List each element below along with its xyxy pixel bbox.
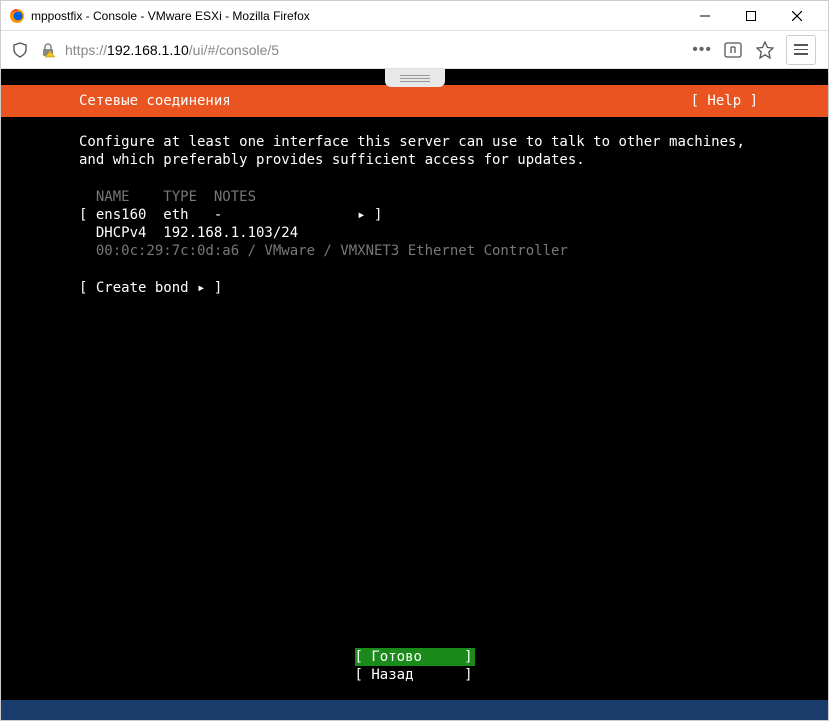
address-bar: https://192.168.1.10/ui/#/console/5 ••• bbox=[1, 31, 828, 69]
window-controls bbox=[682, 1, 820, 31]
interface-row[interactable]: [ ens160 eth - ▸ ] bbox=[79, 207, 382, 223]
instruction-line-2: and which preferably provides sufficient… bbox=[79, 152, 585, 168]
help-button[interactable]: [ Help ] bbox=[691, 93, 758, 109]
reader-icon[interactable] bbox=[722, 39, 744, 61]
dhcp-row: DHCPv4 192.168.1.103/24 bbox=[79, 225, 298, 241]
shield-icon[interactable] bbox=[9, 39, 31, 61]
url-path: /ui/#/console/5 bbox=[189, 42, 279, 58]
bookmark-star-icon[interactable] bbox=[754, 39, 776, 61]
page-content: Сетевые соединения [ Help ] Configure at… bbox=[1, 69, 828, 720]
minimize-button[interactable] bbox=[682, 1, 728, 31]
instruction-line-1: Configure at least one interface this se… bbox=[79, 134, 745, 150]
url-prefix: https:// bbox=[65, 42, 107, 58]
mac-row: 00:0c:29:7c:0d:a6 / VMware / VMXNET3 Eth… bbox=[79, 243, 568, 259]
back-button[interactable]: [ Назад ] bbox=[355, 666, 475, 684]
installer-header: Сетевые соединения [ Help ] bbox=[1, 85, 828, 117]
addressbar-actions: ••• bbox=[692, 35, 820, 65]
page-title: Сетевые соединения bbox=[79, 93, 691, 109]
lock-warning-icon[interactable] bbox=[37, 39, 59, 61]
maximize-button[interactable] bbox=[728, 1, 774, 31]
console-body: Configure at least one interface this se… bbox=[1, 117, 828, 313]
close-button[interactable] bbox=[774, 1, 820, 31]
url-input[interactable]: https://192.168.1.10/ui/#/console/5 bbox=[65, 40, 686, 60]
firefox-icon bbox=[9, 8, 25, 24]
done-button[interactable]: [ Готово ] bbox=[355, 648, 475, 666]
nav-buttons: [ Готово ] [ Назад ] bbox=[1, 648, 828, 684]
column-headers: NAME TYPE NOTES bbox=[79, 189, 256, 205]
url-host: 192.168.1.10 bbox=[107, 42, 189, 58]
window-title: mppostfix - Console - VMware ESXi - Mozi… bbox=[31, 9, 682, 23]
browser-window: mppostfix - Console - VMware ESXi - Mozi… bbox=[0, 0, 829, 721]
footer-strip bbox=[1, 700, 828, 720]
console-grip-handle[interactable] bbox=[385, 69, 445, 87]
titlebar: mppostfix - Console - VMware ESXi - Mozi… bbox=[1, 1, 828, 31]
app-menu-button[interactable] bbox=[786, 35, 816, 65]
page-actions-icon[interactable]: ••• bbox=[692, 41, 712, 59]
create-bond-button[interactable]: [ Create bond ▸ ] bbox=[79, 280, 222, 296]
